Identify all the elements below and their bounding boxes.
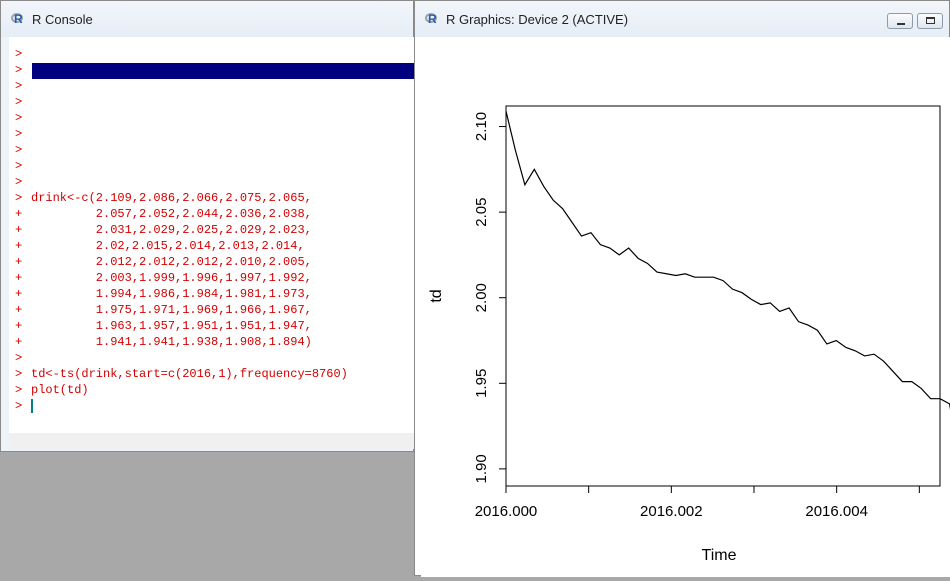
console-command-text: 2.003,1.999,1.996,1.997,1.992, bbox=[31, 271, 312, 285]
text-cursor bbox=[31, 399, 33, 413]
console-line: + 1.963,1.957,1.951,1.951,1.947, bbox=[15, 319, 312, 335]
console-prompt: > bbox=[15, 175, 23, 189]
minimize-button[interactable] bbox=[887, 13, 913, 29]
console-line: + 2.02,2.015,2.014,2.013,2.014, bbox=[15, 239, 305, 255]
console-prompt: > bbox=[15, 191, 23, 205]
console-prompt: > bbox=[15, 127, 23, 141]
console-command-text: 2.057,2.052,2.044,2.036,2.038, bbox=[31, 207, 312, 221]
console-command-text: 2.02,2.015,2.014,2.013,2.014, bbox=[31, 239, 305, 253]
console-line: > bbox=[15, 127, 31, 143]
console-prompt: + bbox=[15, 255, 23, 269]
console-line: > td<-ts(drink,start=c(2016,1),frequency=… bbox=[15, 367, 348, 383]
graphics-title: R Graphics: Device 2 (ACTIVE) bbox=[446, 11, 629, 27]
graphics-titlebar[interactable]: R R Graphics: Device 2 (ACTIVE) bbox=[415, 1, 949, 37]
console-line: + 2.012,2.012,2.012,2.010,2.005, bbox=[15, 255, 312, 271]
console-prompt: + bbox=[15, 239, 23, 253]
y-tick-label: 1.90 bbox=[473, 454, 490, 483]
x-tick-label: 2016.000 bbox=[475, 503, 538, 520]
console-line: + 2.057,2.052,2.044,2.036,2.038, bbox=[15, 207, 312, 223]
console-prompt: > bbox=[15, 111, 23, 125]
time-series-plot: 2016.000 2016.002 2016.004 1.90 1.95 2.00 2.05… bbox=[428, 105, 950, 564]
maximize-icon bbox=[926, 17, 935, 24]
console-line: + 2.003,1.999,1.996,1.997,1.992, bbox=[15, 271, 312, 287]
selection-highlight bbox=[32, 63, 415, 79]
console-line: + 2.031,2.029,2.025,2.029,2.023, bbox=[15, 223, 312, 239]
console-prompt: + bbox=[15, 271, 23, 285]
x-tick-label: 2016.002 bbox=[640, 503, 703, 520]
console-line: > bbox=[15, 111, 31, 127]
r-graphics-window[interactable]: R R Graphics: Device 2 (ACTIVE) 2016.000… bbox=[414, 0, 950, 577]
console-line: > bbox=[15, 351, 31, 367]
y-tick-label: 1.95 bbox=[473, 369, 490, 398]
console-line: + 1.975,1.971,1.969,1.966,1.967, bbox=[15, 303, 312, 319]
console-titlebar[interactable]: R R Console bbox=[1, 1, 413, 37]
minimize-icon bbox=[897, 23, 905, 25]
console-prompt: + bbox=[15, 223, 23, 237]
console-command-text: td<-ts(drink,start=c(2016,1),frequency=8… bbox=[31, 367, 348, 381]
console-output[interactable]: > > > > > > > > > > drink<-c(2.109,2.086,2.066,2.0… bbox=[9, 37, 415, 433]
r-logo-icon: R bbox=[11, 12, 25, 26]
r-console-window[interactable]: R R Console > > > > > > > > > > drink<-c(2.109,2.0… bbox=[0, 0, 415, 452]
console-prompt: + bbox=[15, 319, 23, 333]
console-line: > bbox=[15, 95, 31, 111]
console-prompt: > bbox=[15, 143, 23, 157]
x-axis-label: Time bbox=[702, 547, 737, 564]
console-prompt: > bbox=[15, 63, 23, 77]
console-command-text: 1.994,1.986,1.984,1.981,1.973, bbox=[31, 287, 312, 301]
plot-box bbox=[505, 105, 941, 487]
y-axis-label: td bbox=[428, 289, 445, 302]
console-line: + 1.941,1.941,1.938,1.908,1.894) bbox=[15, 335, 312, 351]
console-prompt: + bbox=[15, 207, 23, 221]
series-line bbox=[505, 111, 950, 410]
console-prompt: > bbox=[15, 351, 23, 365]
console-command-text: 1.963,1.957,1.951,1.951,1.947, bbox=[31, 319, 312, 333]
console-command-text: 2.031,2.029,2.025,2.029,2.023, bbox=[31, 223, 312, 237]
maximize-button[interactable] bbox=[917, 13, 943, 29]
console-command-text: drink<-c(2.109,2.086,2.066,2.075,2.065, bbox=[31, 191, 312, 205]
y-tick-label: 2.05 bbox=[473, 198, 490, 227]
console-command-text: 2.012,2.012,2.012,2.010,2.005, bbox=[31, 255, 312, 269]
console-line: + 1.994,1.986,1.984,1.981,1.973, bbox=[15, 287, 312, 303]
console-prompt: + bbox=[15, 303, 23, 317]
console-command-text: 1.975,1.971,1.969,1.966,1.967, bbox=[31, 303, 312, 317]
console-horizontal-scrollbar[interactable] bbox=[9, 433, 415, 449]
console-prompt: > bbox=[15, 383, 23, 397]
console-prompt: > bbox=[15, 367, 23, 381]
window-controls bbox=[887, 13, 943, 29]
console-line: > bbox=[15, 399, 33, 415]
console-line: > bbox=[15, 47, 31, 63]
y-tick-label: 2.00 bbox=[473, 283, 490, 312]
console-line: > drink<-c(2.109,2.086,2.066,2.075,2.065, bbox=[15, 191, 312, 207]
plot-area: 2016.000 2016.002 2016.004 1.90 1.95 2.00 2.05… bbox=[421, 37, 950, 577]
r-logo-icon: R bbox=[425, 12, 439, 26]
console-title: R Console bbox=[32, 11, 93, 27]
console-prompt: > bbox=[15, 399, 23, 414]
console-command-text: 1.941,1.941,1.938,1.908,1.894) bbox=[31, 335, 312, 349]
console-prompt: + bbox=[15, 287, 23, 301]
console-line: > plot(td) bbox=[15, 383, 89, 399]
console-prompt: > bbox=[15, 47, 23, 61]
x-tick-label: 2016.004 bbox=[805, 503, 868, 520]
console-line: > bbox=[15, 63, 31, 79]
y-tick-label: 2.10 bbox=[473, 112, 490, 141]
console-prompt: > bbox=[15, 79, 23, 93]
console-prompt: > bbox=[15, 159, 23, 173]
console-line: > bbox=[15, 79, 31, 95]
console-prompt: > bbox=[15, 95, 23, 109]
console-command-text: plot(td) bbox=[31, 383, 89, 397]
console-line: > bbox=[15, 143, 31, 159]
console-line: > bbox=[15, 175, 31, 191]
console-line: > bbox=[15, 159, 31, 175]
console-prompt: + bbox=[15, 335, 23, 349]
